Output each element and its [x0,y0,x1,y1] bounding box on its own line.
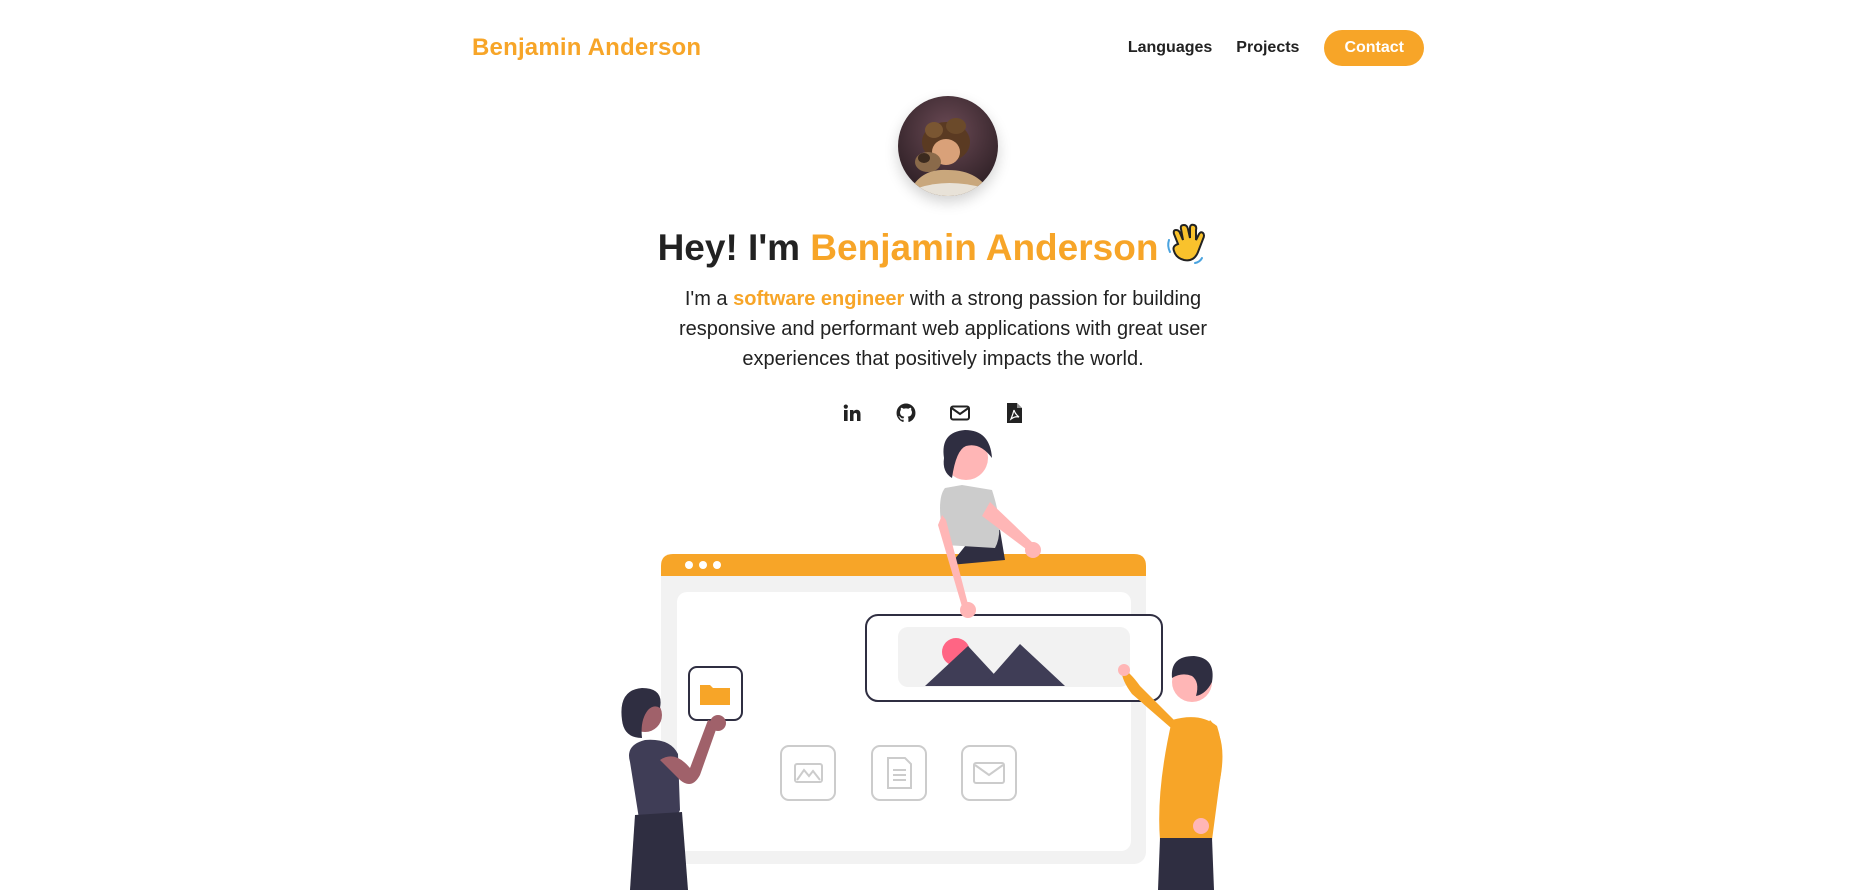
nav-links: Languages Projects Contact [1104,30,1424,66]
folder-card [688,666,743,721]
hero-name: Benjamin Anderson [810,227,1159,268]
nav-languages[interactable]: Languages [1128,39,1212,57]
contact-button[interactable]: Contact [1324,30,1424,66]
top-nav: Benjamin Anderson Languages Projects Con… [472,28,1424,68]
image-card [865,614,1163,702]
hero-illustration [621,430,1223,890]
avatar [898,96,998,196]
small-icons [780,745,1017,801]
hero-highlight: software engineer [733,288,905,310]
hero-greeting: Hey! I'm [657,227,811,268]
brand-logo[interactable]: Benjamin Anderson [472,34,701,62]
hero-description: I'm a software engineer with a strong pa… [643,284,1243,374]
hero-title: Hey! I'm Benjamin Anderson [0,222,1866,275]
nav-projects[interactable]: Projects [1236,39,1299,57]
avatar-photo [898,96,998,196]
hero-text-before: I'm a [684,288,734,310]
waving-hand-icon [1164,222,1208,275]
